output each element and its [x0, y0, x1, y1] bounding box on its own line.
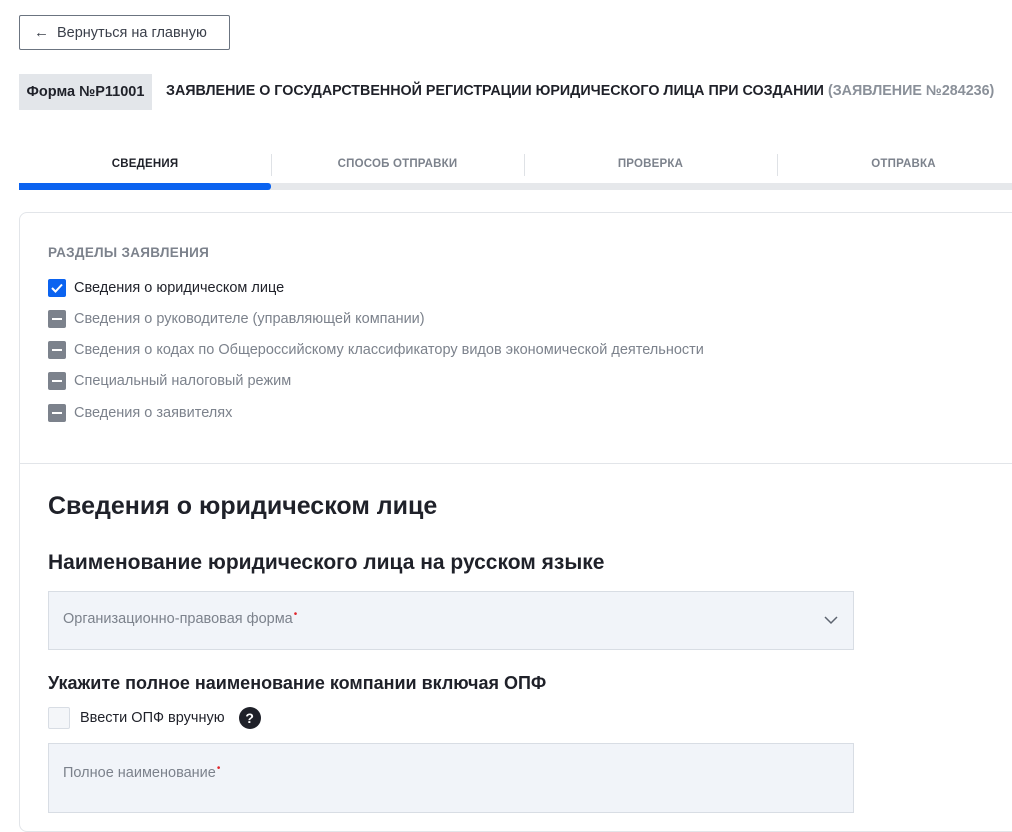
- section-divider: [20, 463, 1012, 464]
- back-to-main-button[interactable]: ← Вернуться на главную: [19, 15, 230, 50]
- manual-opf-checkbox[interactable]: [48, 707, 70, 729]
- section-item-legal-entity[interactable]: Сведения о юридическом лице: [48, 279, 284, 297]
- section-item-label: Специальный налоговый режим: [74, 373, 292, 389]
- subsection-heading: Наименование юридического лица на русско…: [48, 551, 605, 574]
- section-heading: Сведения о юридическом лице: [48, 492, 438, 520]
- checkbox-indeterminate-icon: [48, 404, 66, 422]
- help-icon[interactable]: ?: [238, 707, 261, 729]
- steps-bar: СВЕДЕНИЯ СПОСОБ ОТПРАВКИ ПРОВЕРКА ОТПРАВ…: [19, 150, 1012, 190]
- full-name-input[interactable]: Полное наименование•: [48, 743, 854, 813]
- form-number-badge: Форма №Р11001: [19, 74, 152, 110]
- full-name-heading: Укажите полное наименование компании вкл…: [48, 673, 547, 693]
- manual-opf-label: Ввести ОПФ вручную: [80, 710, 225, 726]
- step-svedeniya[interactable]: СВЕДЕНИЯ: [19, 150, 271, 178]
- section-item-label: Сведения о юридическом лице: [74, 280, 285, 296]
- section-item-applicants[interactable]: Сведения о заявителях: [48, 404, 232, 422]
- step-proverka[interactable]: ПРОВЕРКА: [524, 150, 777, 178]
- required-marker: •: [293, 609, 298, 620]
- full-name-placeholder-text: Полное наименование: [63, 765, 216, 781]
- checkbox-checked-icon: [48, 279, 66, 297]
- opf-placeholder-text: Организационно-правовая форма: [63, 611, 293, 627]
- form-card: [19, 212, 1012, 832]
- sections-title: РАЗДЕЛЫ ЗАЯВЛЕНИЯ: [48, 245, 210, 260]
- step-sposob-otpravki[interactable]: СПОСОБ ОТПРАВКИ: [271, 150, 524, 178]
- arrow-left-icon: ←: [34, 24, 49, 41]
- form-title: ЗАЯВЛЕНИЕ О ГОСУДАРСТВЕННОЙ РЕГИСТРАЦИИ …: [166, 83, 994, 99]
- checkbox-indeterminate-icon: [48, 341, 66, 359]
- opf-select[interactable]: Организационно-правовая форма•: [48, 591, 854, 650]
- full-name-placeholder: Полное наименование•: [63, 763, 221, 781]
- back-button-label: Вернуться на главную: [57, 24, 207, 41]
- progress-fill: [19, 183, 271, 190]
- section-item-label: Сведения о кодах по Общероссийскому клас…: [74, 342, 704, 358]
- step-otpravka[interactable]: ОТПРАВКА: [777, 150, 1012, 178]
- section-item-okved[interactable]: Сведения о кодах по Общероссийскому клас…: [48, 341, 704, 359]
- section-item-director[interactable]: Сведения о руководителе (управляющей ком…: [48, 310, 425, 328]
- application-number: (ЗАЯВЛЕНИЕ №284236): [827, 83, 995, 99]
- form-title-text: ЗАЯВЛЕНИЕ О ГОСУДАРСТВЕННОЙ РЕГИСТРАЦИИ …: [166, 83, 824, 99]
- checkbox-indeterminate-icon: [48, 310, 66, 328]
- manual-opf-toggle[interactable]: Ввести ОПФ вручную ?: [48, 707, 261, 729]
- checkbox-indeterminate-icon: [48, 372, 66, 390]
- section-item-label: Сведения о заявителях: [74, 405, 233, 421]
- chevron-down-icon: [824, 616, 838, 625]
- section-item-label: Сведения о руководителе (управляющей ком…: [74, 311, 425, 327]
- opf-select-placeholder: Организационно-правовая форма•: [63, 609, 298, 627]
- required-marker: •: [216, 763, 221, 774]
- section-item-tax-regime[interactable]: Специальный налоговый режим: [48, 372, 291, 390]
